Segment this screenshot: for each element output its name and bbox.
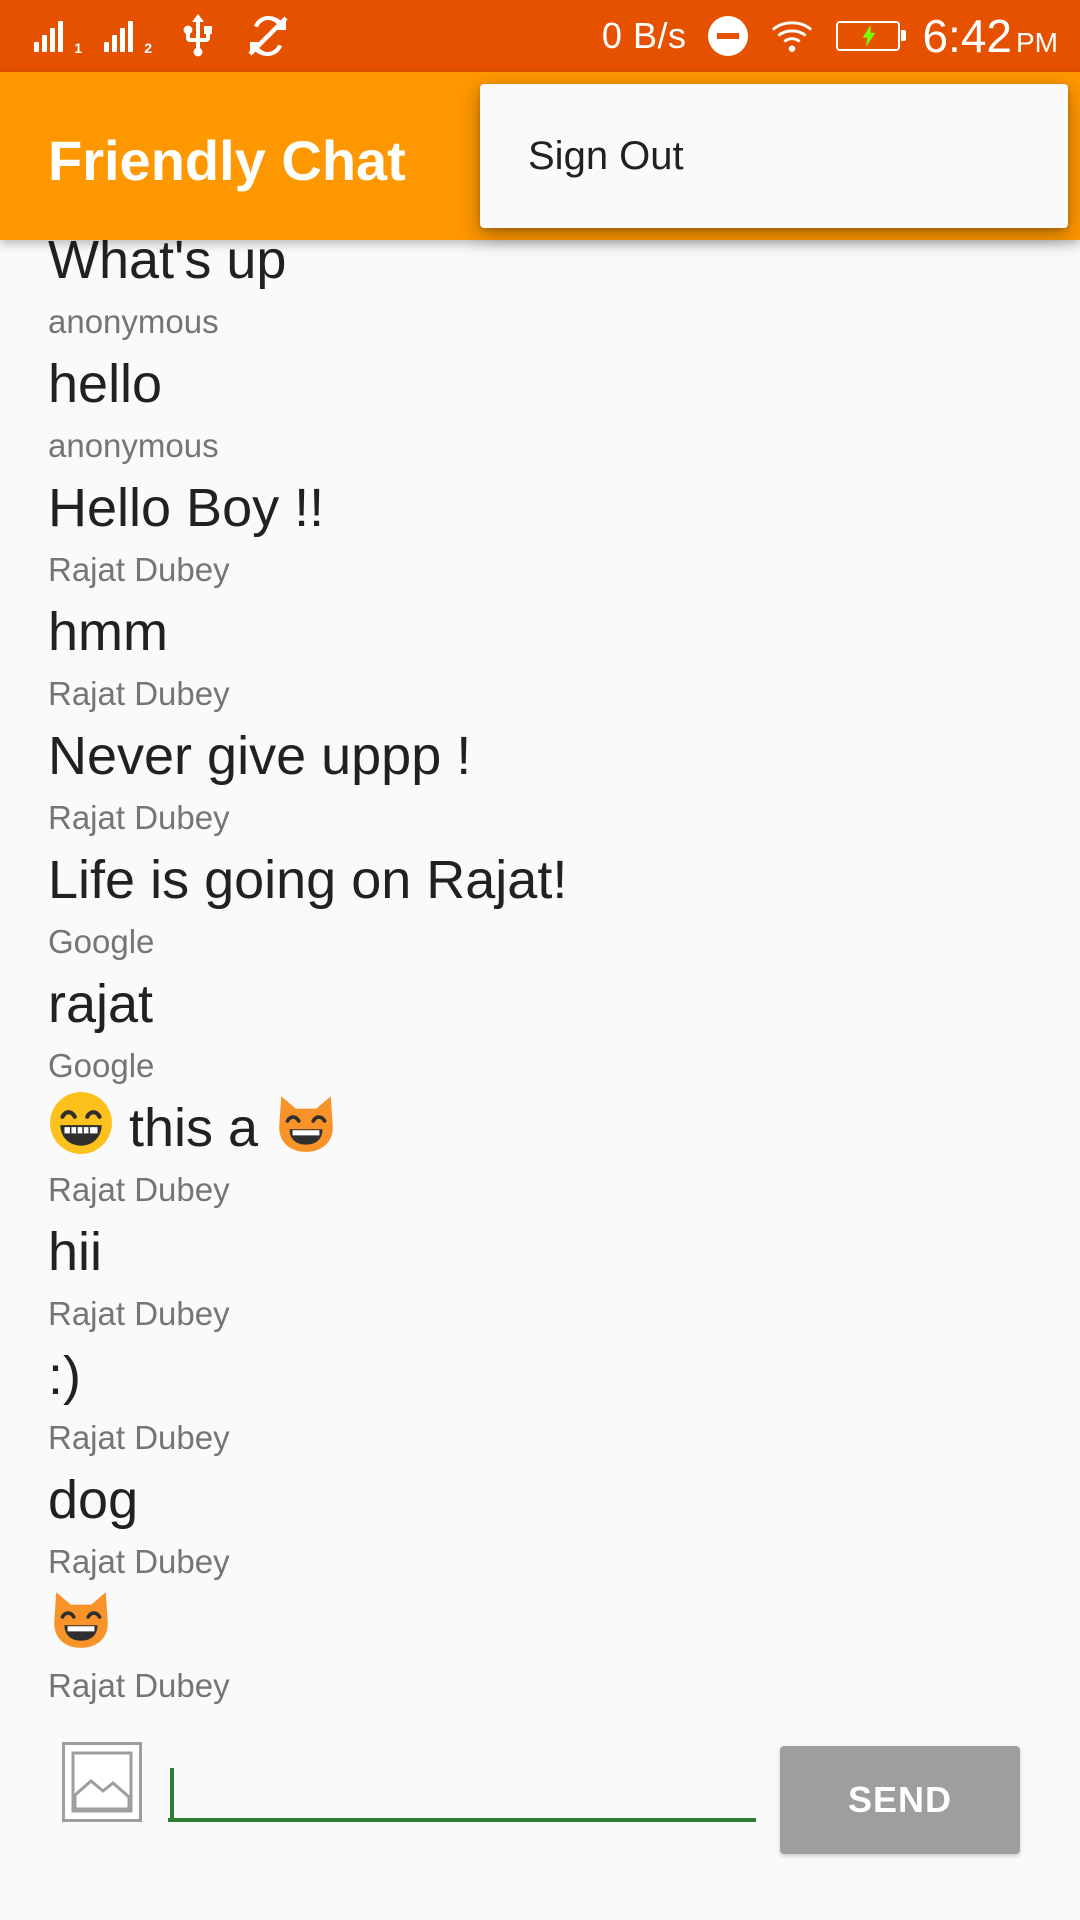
grinning-cat-emoji-icon	[54, 1592, 108, 1648]
text-cursor	[170, 1768, 174, 1818]
signal-sim2-icon: 2	[104, 16, 152, 56]
message-list[interactable]: What's up anonymous hello anonymous Hell…	[0, 240, 1080, 1720]
message-text: :)	[48, 1346, 81, 1406]
message-sender: Rajat Dubey	[48, 551, 230, 588]
send-button[interactable]: SEND	[780, 1746, 1020, 1854]
app-title: Friendly Chat	[48, 129, 406, 192]
status-bar: 1 2 0 B/s 6:42 PM	[0, 0, 1080, 72]
list-item: Life is going on Rajat! Google	[48, 840, 1048, 964]
message-input[interactable]	[168, 1760, 756, 1822]
grinning-face-emoji-icon	[50, 1092, 112, 1154]
list-item: hmm Rajat Dubey	[48, 592, 1048, 716]
message-sender: anonymous	[48, 427, 219, 464]
message-sender: Rajat Dubey	[48, 1667, 230, 1704]
list-item: hello anonymous	[48, 344, 1048, 468]
overflow-menu-popup: Sign Out	[480, 84, 1068, 228]
net-speed: 0 B/s	[601, 15, 687, 56]
image-icon	[71, 1751, 133, 1813]
clock: 6:42 PM	[922, 9, 1058, 63]
message-sender: anonymous	[48, 303, 219, 340]
message-text: Life is going on Rajat!	[48, 850, 568, 910]
message-content	[48, 1584, 114, 1664]
message-content: this a	[48, 1088, 339, 1168]
message-sender: Rajat Dubey	[48, 799, 230, 836]
message-sender: Rajat Dubey	[48, 1543, 230, 1580]
list-item: hii Rajat Dubey	[48, 1212, 1048, 1336]
message-text: hmm	[48, 602, 168, 662]
battery-charging-icon	[836, 21, 907, 51]
list-item: Rajat Dubey	[48, 1584, 1048, 1708]
list-item: :) Rajat Dubey	[48, 1336, 1048, 1460]
message-sender: Rajat Dubey	[48, 675, 230, 712]
signal-sim1-icon: 1	[34, 16, 82, 56]
grinning-cat-emoji-icon	[279, 1096, 333, 1152]
status-right-icons: 0 B/s 6:42 PM	[602, 8, 1058, 64]
message-input-bar: SEND	[0, 1720, 1080, 1920]
sync-off-icon	[248, 16, 288, 56]
sim1-label: 1	[74, 40, 82, 56]
list-item: Hello Boy !! Rajat Dubey	[48, 468, 1048, 592]
message-sender: Rajat Dubey	[48, 1295, 230, 1332]
status-left-icons: 1 2	[34, 12, 292, 60]
photo-picker-button[interactable]	[62, 1742, 142, 1822]
clock-time: 6:42	[922, 10, 1012, 62]
sign-out-menu-item[interactable]: Sign Out	[480, 84, 1068, 228]
message-sender: Google	[48, 1047, 155, 1084]
message-text: dog	[48, 1470, 139, 1530]
sim2-label: 2	[144, 40, 152, 56]
list-item: rajat Google	[48, 964, 1048, 1088]
message-sender: Google	[48, 923, 155, 960]
message-text: hello	[48, 354, 163, 414]
message-sender: Rajat Dubey	[48, 1171, 230, 1208]
wifi-icon	[772, 21, 813, 53]
clock-ampm: PM	[1016, 27, 1058, 58]
message-text: hii	[48, 1222, 103, 1282]
message-text: Hello Boy !!	[48, 478, 325, 538]
list-item: this a Rajat Dubey	[48, 1088, 1048, 1212]
do-not-disturb-icon	[708, 16, 749, 56]
message-text: Never give uppp !	[48, 726, 472, 786]
list-item: dog Rajat Dubey	[48, 1460, 1048, 1584]
message-text: What's up	[48, 240, 287, 290]
message-text: this a	[129, 1098, 259, 1158]
usb-icon	[183, 14, 212, 57]
message-sender: Rajat Dubey	[48, 1419, 230, 1456]
message-text: rajat	[48, 974, 154, 1034]
list-item: What's up anonymous	[48, 240, 1048, 344]
list-item: Never give uppp ! Rajat Dubey	[48, 716, 1048, 840]
